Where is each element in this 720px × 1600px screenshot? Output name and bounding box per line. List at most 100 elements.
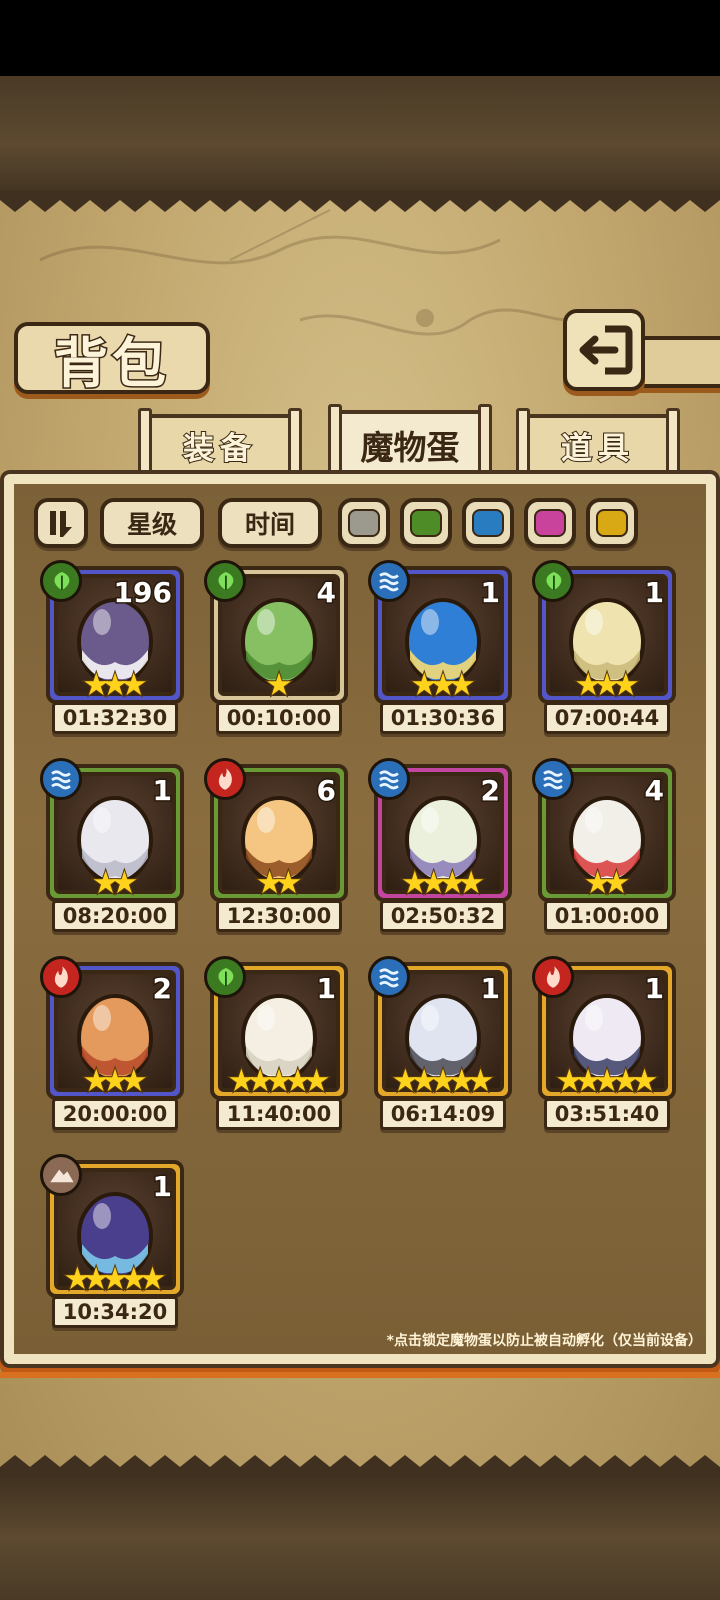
egg-hatch-timer-text: 11:40:00	[226, 1102, 332, 1126]
egg-hatch-timer: 11:40:00	[216, 1098, 342, 1130]
tab-equipment-label: 装备	[182, 430, 257, 468]
egg-hatch-timer: 07:00:44	[544, 702, 670, 734]
egg-hatch-timer-text: 06:14:09	[390, 1102, 496, 1126]
water-element-icon	[368, 956, 410, 998]
egg-card[interactable]: 1 ★★★★★ 10:34:20	[40, 1154, 184, 1328]
egg-hatch-timer-text: 07:00:44	[554, 706, 660, 730]
sort-toggle-icon	[50, 511, 72, 537]
egg-star-rating: ★★★★★	[63, 1261, 168, 1297]
water-element-icon	[368, 758, 410, 800]
earth-element-icon	[40, 1154, 82, 1196]
egg-hatch-timer-text: 20:00:00	[62, 1102, 168, 1126]
tab-items-label: 道具	[560, 430, 635, 468]
egg-hatch-timer: 20:00:00	[52, 1098, 178, 1130]
egg-card[interactable]: 6 ★★ 12:30:00	[204, 758, 348, 932]
egg-hatch-timer-text: 12:30:00	[226, 904, 332, 928]
egg-hatch-timer: 00:10:00	[216, 702, 342, 734]
sort-by-time-button[interactable]: 时间	[218, 498, 322, 548]
water-element-icon	[368, 560, 410, 602]
tab-monster-eggs-label: 魔物蛋	[360, 428, 460, 467]
egg-star-rating: ★★★	[81, 667, 148, 703]
filter-yellow-swatch[interactable]	[586, 498, 638, 548]
egg-hatch-timer-text: 01:00:00	[554, 904, 660, 928]
egg-card[interactable]: 2 ★★★★ 02:50:32	[368, 758, 512, 932]
egg-card[interactable]: 1 ★★★ 01:30:36	[368, 560, 512, 734]
fire-element-icon	[532, 956, 574, 998]
page-title: 背包	[53, 329, 170, 396]
filter-green-swatch[interactable]	[400, 498, 452, 548]
egg-count: 2	[151, 971, 174, 1007]
egg-hatch-timer: 08:20:00	[52, 900, 178, 932]
fire-element-icon	[40, 956, 82, 998]
egg-count: 1	[151, 773, 174, 809]
egg-card[interactable]: 4 ★ 00:10:00	[204, 560, 348, 734]
egg-card[interactable]: 1 ★★ 08:20:00	[40, 758, 184, 932]
egg-star-rating: ★★	[91, 865, 140, 901]
panel-bottom-trim	[0, 1372, 720, 1378]
grass-element-icon	[204, 956, 246, 998]
back-arrow-icon	[579, 325, 633, 375]
grass-element-icon	[204, 560, 246, 602]
egg-hatch-timer: 03:51:40	[544, 1098, 670, 1130]
egg-card[interactable]: 196 ★★★ 01:32:30	[40, 560, 184, 734]
egg-hatch-timer: 01:30:36	[380, 702, 506, 734]
egg-count: 4	[315, 575, 338, 611]
egg-count: 1	[315, 971, 338, 1007]
egg-hatch-timer-text: 03:51:40	[554, 1102, 660, 1126]
egg-star-rating: ★★★★★	[555, 1063, 660, 1099]
tab-monster-eggs[interactable]: 魔物蛋	[328, 404, 492, 480]
egg-count: 1	[479, 971, 502, 1007]
egg-count: 2	[479, 773, 502, 809]
egg-star-rating: ★★★	[573, 667, 640, 703]
egg-star-rating: ★★	[255, 865, 304, 901]
egg-count: 1	[643, 575, 666, 611]
egg-card[interactable]: 2 ★★★ 20:00:00	[40, 956, 184, 1130]
back-button[interactable]	[563, 309, 645, 391]
egg-card[interactable]: 1 ★★★★★ 03:51:40	[532, 956, 676, 1130]
lock-hint-text: *点击锁定魔物蛋以防止被自动孵化（仅当前设备）	[386, 1333, 702, 1349]
filter-pink-swatch[interactable]	[524, 498, 576, 548]
status-bar	[0, 0, 720, 76]
sort-by-stars-label: 星级	[126, 510, 177, 539]
tab-items[interactable]: 道具	[516, 408, 680, 476]
egg-hatch-timer: 12:30:00	[216, 900, 342, 932]
bottom-map-banner	[0, 1475, 720, 1600]
egg-star-rating: ★★★	[409, 667, 476, 703]
fire-element-icon	[204, 758, 246, 800]
water-element-icon	[40, 758, 82, 800]
sort-by-time-label: 时间	[244, 510, 295, 539]
egg-card[interactable]: 1 ★★★★★ 11:40:00	[204, 956, 348, 1130]
bottom-edge-decoration	[0, 1455, 720, 1477]
water-element-icon	[532, 758, 574, 800]
egg-count: 1	[479, 575, 502, 611]
grass-element-icon	[40, 560, 82, 602]
top-edge-decoration	[0, 190, 720, 212]
egg-count: 1	[643, 971, 666, 1007]
egg-star-rating: ★★★★	[400, 865, 486, 901]
egg-hatch-timer-text: 08:20:00	[62, 904, 168, 928]
egg-hatch-timer-text: 01:30:36	[390, 706, 496, 730]
page-title-plate: 背包	[14, 322, 210, 396]
top-map-banner	[0, 76, 720, 200]
egg-star-rating: ★★★	[81, 1063, 148, 1099]
filter-blue-swatch[interactable]	[462, 498, 514, 548]
egg-card[interactable]: 1 ★★★★★ 06:14:09	[368, 956, 512, 1130]
egg-hatch-timer: 02:50:32	[380, 900, 506, 932]
egg-hatch-timer-text: 00:10:00	[226, 706, 332, 730]
sort-order-button[interactable]	[34, 498, 88, 548]
sort-by-stars-button[interactable]: 星级	[100, 498, 204, 548]
egg-count: 1	[151, 1169, 174, 1205]
egg-card[interactable]: 1 ★★★ 07:00:44	[532, 560, 676, 734]
filter-gray-swatch[interactable]	[338, 498, 390, 548]
egg-star-rating: ★★	[583, 865, 632, 901]
egg-count: 6	[315, 773, 338, 809]
tab-equipment[interactable]: 装备	[138, 408, 302, 476]
egg-hatch-timer-text: 02:50:32	[390, 904, 496, 928]
egg-hatch-timer-text: 01:32:30	[62, 706, 168, 730]
egg-card[interactable]: 4 ★★ 01:00:00	[532, 758, 676, 932]
egg-hatch-timer: 10:34:20	[52, 1296, 178, 1328]
egg-star-rating: ★★★★★	[227, 1063, 332, 1099]
grass-element-icon	[532, 560, 574, 602]
egg-hatch-timer: 06:14:09	[380, 1098, 506, 1130]
egg-count: 196	[112, 575, 173, 611]
